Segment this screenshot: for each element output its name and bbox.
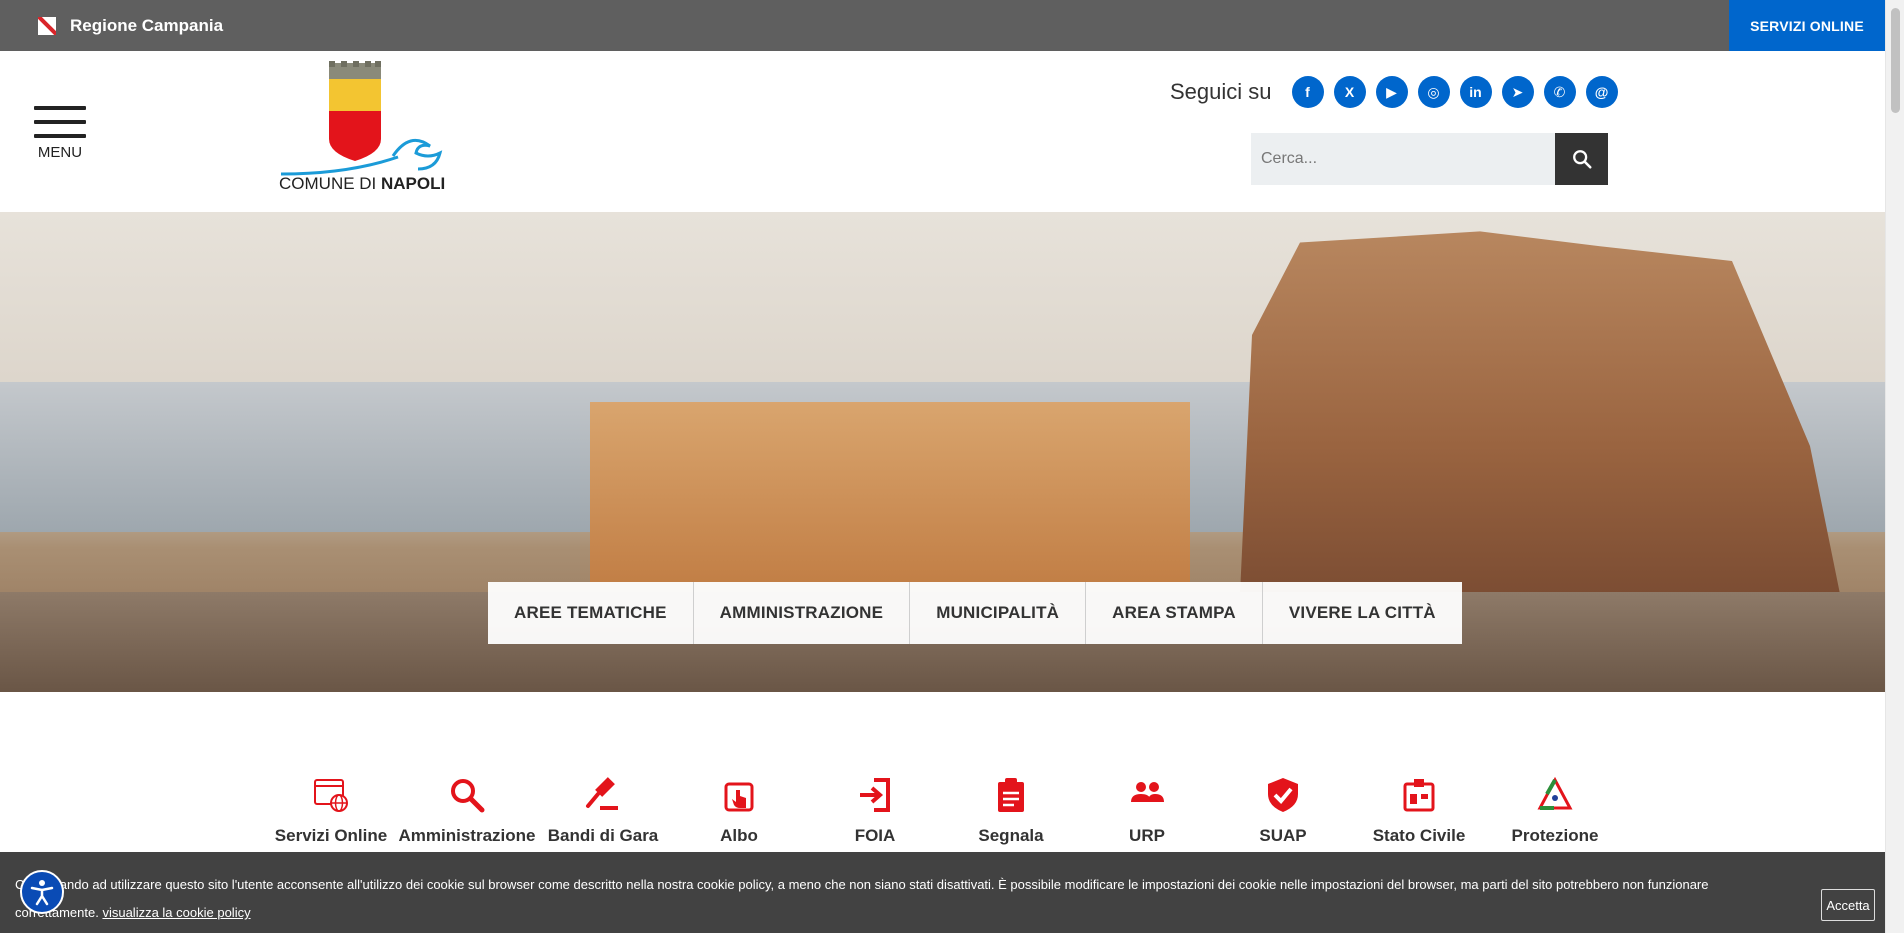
menu-label: MENU [37,144,83,161]
service-albo[interactable]: Albo [671,772,807,846]
service-label: URP [1129,826,1165,845]
search-icon [451,779,485,813]
nav-vivere-la-citta[interactable]: VIVERE LA CITTÀ [1263,582,1462,644]
hamburger-icon-bar [34,120,86,124]
gavel-icon [586,777,618,810]
page-scrollbar[interactable] [1885,0,1904,933]
service-suap[interactable]: SUAP [1215,772,1351,846]
people-icon [1131,782,1164,802]
x-icon[interactable]: X [1333,76,1366,108]
telegram-icon[interactable]: ➤ [1501,76,1534,108]
site-header: MENU COMUNE DI NAPOLI Seguici su f X ▶ ◎… [0,51,1885,212]
login-icon [860,778,890,812]
logo-text-bold: NAPOLI [381,174,446,193]
main-navigation: AREE TEMATICHE AMMINISTRAZIONE MUNICIPAL… [488,582,1462,644]
logo-text-prefix: COMUNE DI [279,174,381,193]
service-stato-civile[interactable]: Stato Civile [1351,772,1487,846]
hero-buildings [590,402,1190,582]
cookie-text: Continuando ad utilizzare questo sito l'… [15,877,1709,920]
service-label: Protezione [1511,826,1599,845]
hamburger-icon [34,106,86,110]
search-input[interactable] [1251,133,1555,185]
search-button[interactable] [1555,133,1608,185]
service-protezione[interactable]: Protezione [1487,772,1623,846]
cookie-policy-link[interactable]: visualizza la cookie policy [102,905,250,920]
instagram-icon[interactable]: ◎ [1417,76,1450,108]
servizi-online-button[interactable]: SERVIZI ONLINE [1729,0,1885,51]
logo-text: COMUNE DI NAPOLI [279,174,445,194]
service-amministrazione[interactable]: Amministrazione [398,772,536,846]
service-label: Albo [720,826,758,845]
hero-castel-dell-ovo [1240,231,1840,594]
clipboard-icon [998,778,1024,812]
nav-aree-tematiche[interactable]: AREE TEMATICHE [488,582,694,644]
service-label: FOIA [854,826,896,845]
service-label: Stato Civile [1372,826,1466,845]
accept-cookies-button[interactable]: Accetta [1821,889,1875,921]
service-servizi-online[interactable]: Servizi Online [263,772,399,846]
touch-icon [724,782,754,812]
browser-globe-icon [314,779,348,812]
scrollbar-thumb[interactable] [1891,8,1900,113]
nav-amministrazione[interactable]: AMMINISTRAZIONE [694,582,911,644]
top-bar: Regione Campania SERVIZI ONLINE [0,0,1885,51]
threads-icon[interactable]: @ [1585,76,1618,108]
service-label: Servizi Online [274,826,388,845]
registry-icon [1403,779,1435,812]
service-label: SUAP [1259,826,1307,845]
service-urp[interactable]: URP [1079,772,1215,846]
menu-button[interactable]: MENU [34,106,86,161]
region-label: Regione Campania [70,15,224,35]
social-label: Seguici su [1170,79,1272,104]
facebook-icon[interactable]: f [1291,76,1324,108]
service-bandi-di-gara[interactable]: Bandi di Gara [535,772,671,846]
service-label: Segnala [978,826,1044,845]
hamburger-icon-bar [34,134,86,138]
service-label: Amministrazione [398,826,536,845]
services-bar: Servizi Online Amministrazione Bandi di … [263,772,1623,846]
region-link[interactable]: Regione Campania [0,16,223,36]
service-foia[interactable]: FOIA [807,772,943,846]
search-icon [1572,150,1592,169]
accessibility-button[interactable] [20,870,64,914]
linkedin-icon[interactable]: in [1459,76,1492,108]
hero-banner: AREE TEMATICHE AMMINISTRAZIONE MUNICIPAL… [0,212,1885,692]
social-links: Seguici su f X ▶ ◎ in ➤ ✆ @ [1170,76,1618,108]
search-form [1251,133,1608,185]
civil-protection-icon [1537,776,1573,810]
cookie-text-block: Continuando ad utilizzare questo sito l'… [15,871,1735,927]
nav-area-stampa[interactable]: AREA STAMPA [1086,582,1263,644]
cookie-banner: Continuando ad utilizzare questo sito l'… [0,852,1885,933]
service-segnala[interactable]: Segnala [943,772,1079,846]
youtube-icon[interactable]: ▶ [1375,76,1408,108]
region-campania-icon [38,16,56,35]
accessibility-icon [30,880,54,906]
service-label: Bandi di Gara [547,826,659,845]
nav-municipalita[interactable]: MUNICIPALITÀ [910,582,1087,644]
shield-check-icon [1268,778,1298,812]
whatsapp-icon[interactable]: ✆ [1543,76,1576,108]
